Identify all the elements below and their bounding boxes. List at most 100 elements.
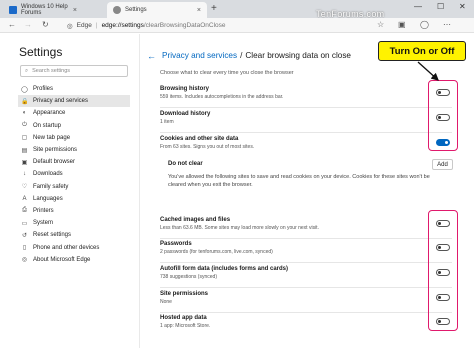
sidebar-item-label: Downloads — [33, 171, 63, 178]
sidebar-item[interactable]: ⏻ On startup — [18, 120, 130, 132]
edge-logo-icon: ◎ — [67, 22, 73, 30]
language-icon: A — [22, 195, 27, 202]
divider — [160, 287, 452, 288]
close-tab-icon[interactable]: × — [197, 7, 201, 14]
sidebar-item-label: Reset settings — [33, 232, 72, 239]
forum-favicon-icon — [9, 6, 17, 14]
navigation-bar: ← → ↻ ◎ Edge | edge://settings/clearBrow… — [0, 18, 474, 33]
divider — [160, 262, 452, 263]
setting-row: Passwords 2 passwords (for tenforums.com,… — [160, 241, 273, 255]
back-arrow-icon[interactable]: ← — [147, 51, 156, 61]
sidebar-item-label: Privacy and services — [33, 98, 89, 105]
setting-title: Cookies and other site data — [160, 136, 239, 142]
edge-logo-icon: ◎ — [21, 257, 28, 264]
sidebar-item[interactable]: ▯ Phone and other devices — [18, 241, 130, 253]
sidebar-item-label: Languages — [33, 195, 63, 202]
breadcrumb: ← Privacy and services / Clear browsing … — [147, 51, 351, 61]
page-title: Clear browsing data on close — [245, 51, 351, 60]
add-site-button[interactable]: Add — [432, 159, 453, 170]
sidebar-item-label: About Microsoft Edge — [33, 256, 91, 263]
sidebar-item-label: Profiles — [33, 86, 54, 93]
sidebar-item-label: Family safety — [33, 183, 69, 190]
setting-description: From 63 sites. Signs you out of most sit… — [160, 144, 255, 150]
sidebar-item[interactable]: 🔒 Privacy and services — [18, 95, 130, 108]
sidebar-item-label: Phone and other devices — [33, 244, 100, 251]
back-arrow-icon[interactable]: ← — [8, 20, 16, 29]
sidebar-item-label: Site permissions — [33, 147, 78, 154]
menu-icon[interactable]: ⋯ — [443, 20, 451, 29]
setting-row: Cached images and files Less than 63.6 MB… — [160, 217, 319, 231]
settings-sidebar: Settings ⌕ Search settings ◯ Profiles 🔒 Pri… — [0, 34, 140, 348]
site-permissions-icon: ▤ — [21, 147, 28, 154]
setting-description: 1 item — [160, 119, 174, 125]
sidebar-item[interactable]: ↓ Downloads — [18, 168, 130, 180]
breadcrumb-separator: / — [240, 51, 243, 60]
close-tab-icon[interactable]: × — [73, 7, 77, 14]
setting-title: Site permissions — [160, 291, 209, 297]
tab-strip: Windows 10 Help Forums × Settings × + — … — [0, 0, 474, 18]
do-not-clear-description: You've allowed the following sites to sa… — [168, 174, 430, 188]
sidebar-item[interactable]: ◐ Appearance — [18, 107, 130, 119]
setting-title: Download history — [160, 111, 211, 117]
sidebar-item[interactable]: ◎ About Microsoft Edge — [18, 254, 130, 266]
family-icon: ♡ — [21, 184, 28, 191]
sidebar-title: Settings — [19, 45, 63, 59]
profile-icon[interactable]: ◯ — [420, 20, 429, 29]
search-placeholder: Search settings — [32, 68, 71, 74]
power-icon: ⏻ — [22, 122, 27, 129]
setting-title: Autofill form data (includes forms and c… — [160, 266, 289, 272]
forward-arrow-icon[interactable]: → — [24, 20, 32, 29]
sidebar-item[interactable]: ▣ Default browser — [18, 156, 130, 168]
maximize-button[interactable]: ☐ — [437, 2, 444, 11]
close-window-button[interactable]: ✕ — [459, 2, 466, 11]
callout-label: Turn On or Off — [378, 41, 466, 61]
page-subtitle: Choose what to clear every time you clos… — [160, 70, 294, 76]
sidebar-item[interactable]: ▭ System — [18, 217, 130, 229]
collections-icon[interactable]: ▣ — [398, 20, 406, 29]
sidebar-item-label: Printers — [33, 207, 54, 214]
highlight-box-bottom — [428, 210, 458, 331]
favorite-star-icon[interactable]: ☆ — [377, 20, 384, 29]
url-text: edge://settings/clearBrowsingDataOnClose — [101, 22, 226, 29]
minimize-button[interactable]: — — [414, 2, 422, 11]
address-bar[interactable]: ◎ Edge | edge://settings/clearBrowsingDa… — [67, 20, 367, 31]
browser-icon: ▣ — [21, 159, 28, 166]
do-not-clear-title: Do not clear — [168, 161, 203, 167]
setting-title: Hosted app data — [160, 315, 207, 321]
palette-icon: ◐ — [22, 110, 27, 117]
setting-description: 2 passwords (for tenforums.com, live.com… — [160, 249, 273, 255]
reset-icon: ↺ — [21, 232, 28, 239]
person-icon: ◯ — [21, 86, 28, 93]
sidebar-item[interactable]: ↺ Reset settings — [18, 229, 130, 241]
setting-description: 738 suggestions (synced) — [160, 274, 217, 280]
setting-row: Hosted app data 1 app: Microsoft Store. — [160, 315, 210, 329]
sidebar-item[interactable]: ⎙ Printers — [18, 205, 130, 217]
sidebar-item[interactable]: ▢ New tab page — [18, 132, 130, 144]
divider — [160, 132, 452, 133]
setting-row: Autofill form data (includes forms and c… — [160, 266, 288, 280]
browser-window: Windows 10 Help Forums × Settings × + — … — [0, 0, 474, 348]
sidebar-item[interactable]: ♡ Family safety — [18, 181, 130, 193]
edge-label: Edge — [76, 22, 92, 29]
sidebar-item[interactable]: ▤ Site permissions — [18, 144, 130, 156]
setting-row: Site permissions None — [160, 291, 208, 305]
tab-windows-help-forums[interactable]: Windows 10 Help Forums × — [3, 2, 83, 18]
divider — [160, 238, 452, 239]
setting-description: 1 app: Microsoft Store. — [160, 323, 211, 329]
divider — [160, 107, 452, 108]
search-input[interactable]: ⌕ Search settings — [20, 65, 128, 77]
system-icon: ▭ — [21, 220, 28, 227]
lock-icon: 🔒 — [21, 98, 29, 105]
tab-label: Windows 10 Help Forums — [21, 4, 68, 16]
phone-icon: ▯ — [22, 245, 27, 252]
setting-description: None — [160, 299, 172, 305]
sidebar-item[interactable]: A Languages — [18, 193, 130, 205]
refresh-icon[interactable]: ↻ — [42, 20, 49, 29]
newtab-icon: ▢ — [21, 135, 28, 142]
breadcrumb-parent[interactable]: Privacy and services — [162, 51, 237, 61]
sidebar-item[interactable]: ◯ Profiles — [18, 83, 130, 95]
sidebar-list: ◯ Profiles 🔒 Privacy and services ◐ Appearanc… — [18, 83, 130, 266]
sidebar-item-label: New tab page — [33, 134, 71, 141]
new-tab-button[interactable]: + — [211, 3, 217, 14]
tab-settings[interactable]: Settings × — [107, 2, 207, 18]
